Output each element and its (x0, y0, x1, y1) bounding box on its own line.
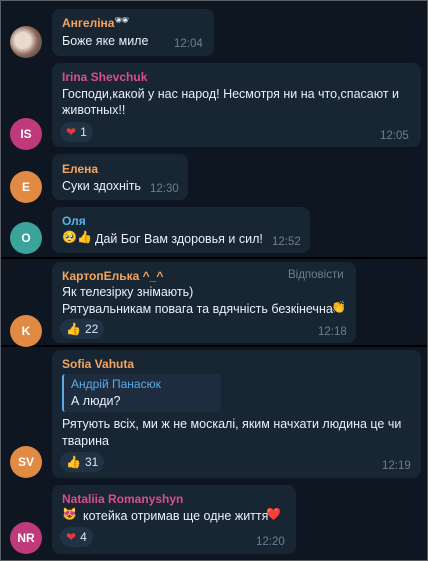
quote-author: Андрій Панасюк (71, 377, 161, 391)
message-time: 12:20 (256, 536, 285, 548)
heart-icon: ❤ (66, 530, 77, 544)
avatar[interactable]: E (10, 171, 42, 203)
message-time: 12:30 (150, 183, 179, 195)
message-text: животных!! (62, 103, 126, 117)
red-heart-icon: ❤️ (266, 507, 281, 521)
reaction-heart[interactable]: ❤ 4 (60, 527, 93, 547)
message-bubble[interactable]: Nataliia Romanyshyn 😻 котейка отримав ще… (52, 485, 296, 554)
message-text: Суки здохніть (62, 179, 141, 193)
reply-button[interactable]: Відповісти (288, 269, 344, 281)
reaction-count: 31 (84, 455, 99, 469)
reaction-count: 4 (80, 530, 87, 544)
message-text: котейка отримав ще одне життя (83, 509, 269, 523)
message-time: 12:52 (272, 236, 301, 248)
message-text: Дай Бог Вам здоровья и сил! (95, 232, 263, 246)
reaction-thumbs-up[interactable]: 👍 31 (60, 452, 105, 472)
reaction-heart[interactable]: ❤ 1 (60, 122, 93, 142)
avatar[interactable]: SV (10, 446, 42, 478)
message-text: Рятувальникам повага та вдячність безкін… (62, 302, 333, 316)
sender-name[interactable]: КартопЕлька ^_^ (62, 269, 163, 283)
avatar[interactable]: NR (10, 522, 42, 554)
message-bubble[interactable]: КартопЕлька ^_^ Відповісти Як телезірку … (52, 262, 356, 343)
reaction-count: 1 (80, 125, 87, 139)
heart-icon: ❤ (66, 125, 77, 139)
message-text: Як телезірку знімають) (62, 285, 194, 299)
message-time: 12:05 (380, 130, 409, 142)
message-text: Рятують всіх, ми ж не москалі, яким начх… (62, 417, 402, 431)
quote-text: А люди? (71, 394, 121, 408)
sender-name[interactable]: Nataliia Romanyshyn (62, 492, 183, 506)
heart-eyes-cat-icon: 😻 (62, 507, 77, 521)
thumbs-up-icon: 👍 (66, 322, 81, 336)
message-text: тварина (62, 434, 109, 448)
divider (0, 257, 428, 259)
message-bubble[interactable]: Irina Shevchuk Господи,какой у нас народ… (52, 63, 421, 147)
thumbs-up-icon: 👍 (66, 455, 81, 469)
clapping-hands-icon: 👏 (331, 300, 346, 314)
sender-name[interactable]: Irina Shevchuk (62, 70, 147, 84)
sender-name[interactable]: Sofia Vahuta (62, 357, 134, 371)
message-bubble[interactable]: Sofia Vahuta Андрій Панасюк А люди? Ряту… (52, 350, 421, 478)
avatar[interactable]: IS (10, 118, 42, 150)
message-bubble[interactable]: Ангеліна 🕶 Боже яке миле 12:04 (52, 9, 214, 56)
reaction-thumbs-up[interactable]: 👍 22 (60, 319, 105, 339)
reaction-count: 22 (84, 322, 99, 336)
sender-name[interactable]: Ангеліна (62, 16, 114, 30)
sunglasses-icon: 🕶 (114, 13, 130, 27)
message-time: 12:04 (174, 38, 203, 50)
sender-name[interactable]: Оля (62, 214, 86, 228)
avatar[interactable]: O (10, 222, 42, 254)
avatar-photo[interactable] (10, 26, 42, 58)
message-text: Боже яке миле (62, 34, 149, 48)
divider (0, 345, 428, 347)
sender-name[interactable]: Елена (62, 162, 98, 176)
pleading-thumbs-up-icon: 🥺👍 (62, 230, 92, 244)
message-time: 12:19 (382, 460, 411, 472)
avatar[interactable]: K (10, 315, 42, 347)
message-bubble[interactable]: Елена Суки здохніть 12:30 (52, 154, 188, 200)
message-time: 12:18 (318, 326, 347, 338)
message-bubble[interactable]: Оля 🥺👍 Дай Бог Вам здоровья и сил! 12:52 (52, 207, 310, 253)
reply-quote[interactable]: Андрій Панасюк А люди? (62, 374, 221, 412)
